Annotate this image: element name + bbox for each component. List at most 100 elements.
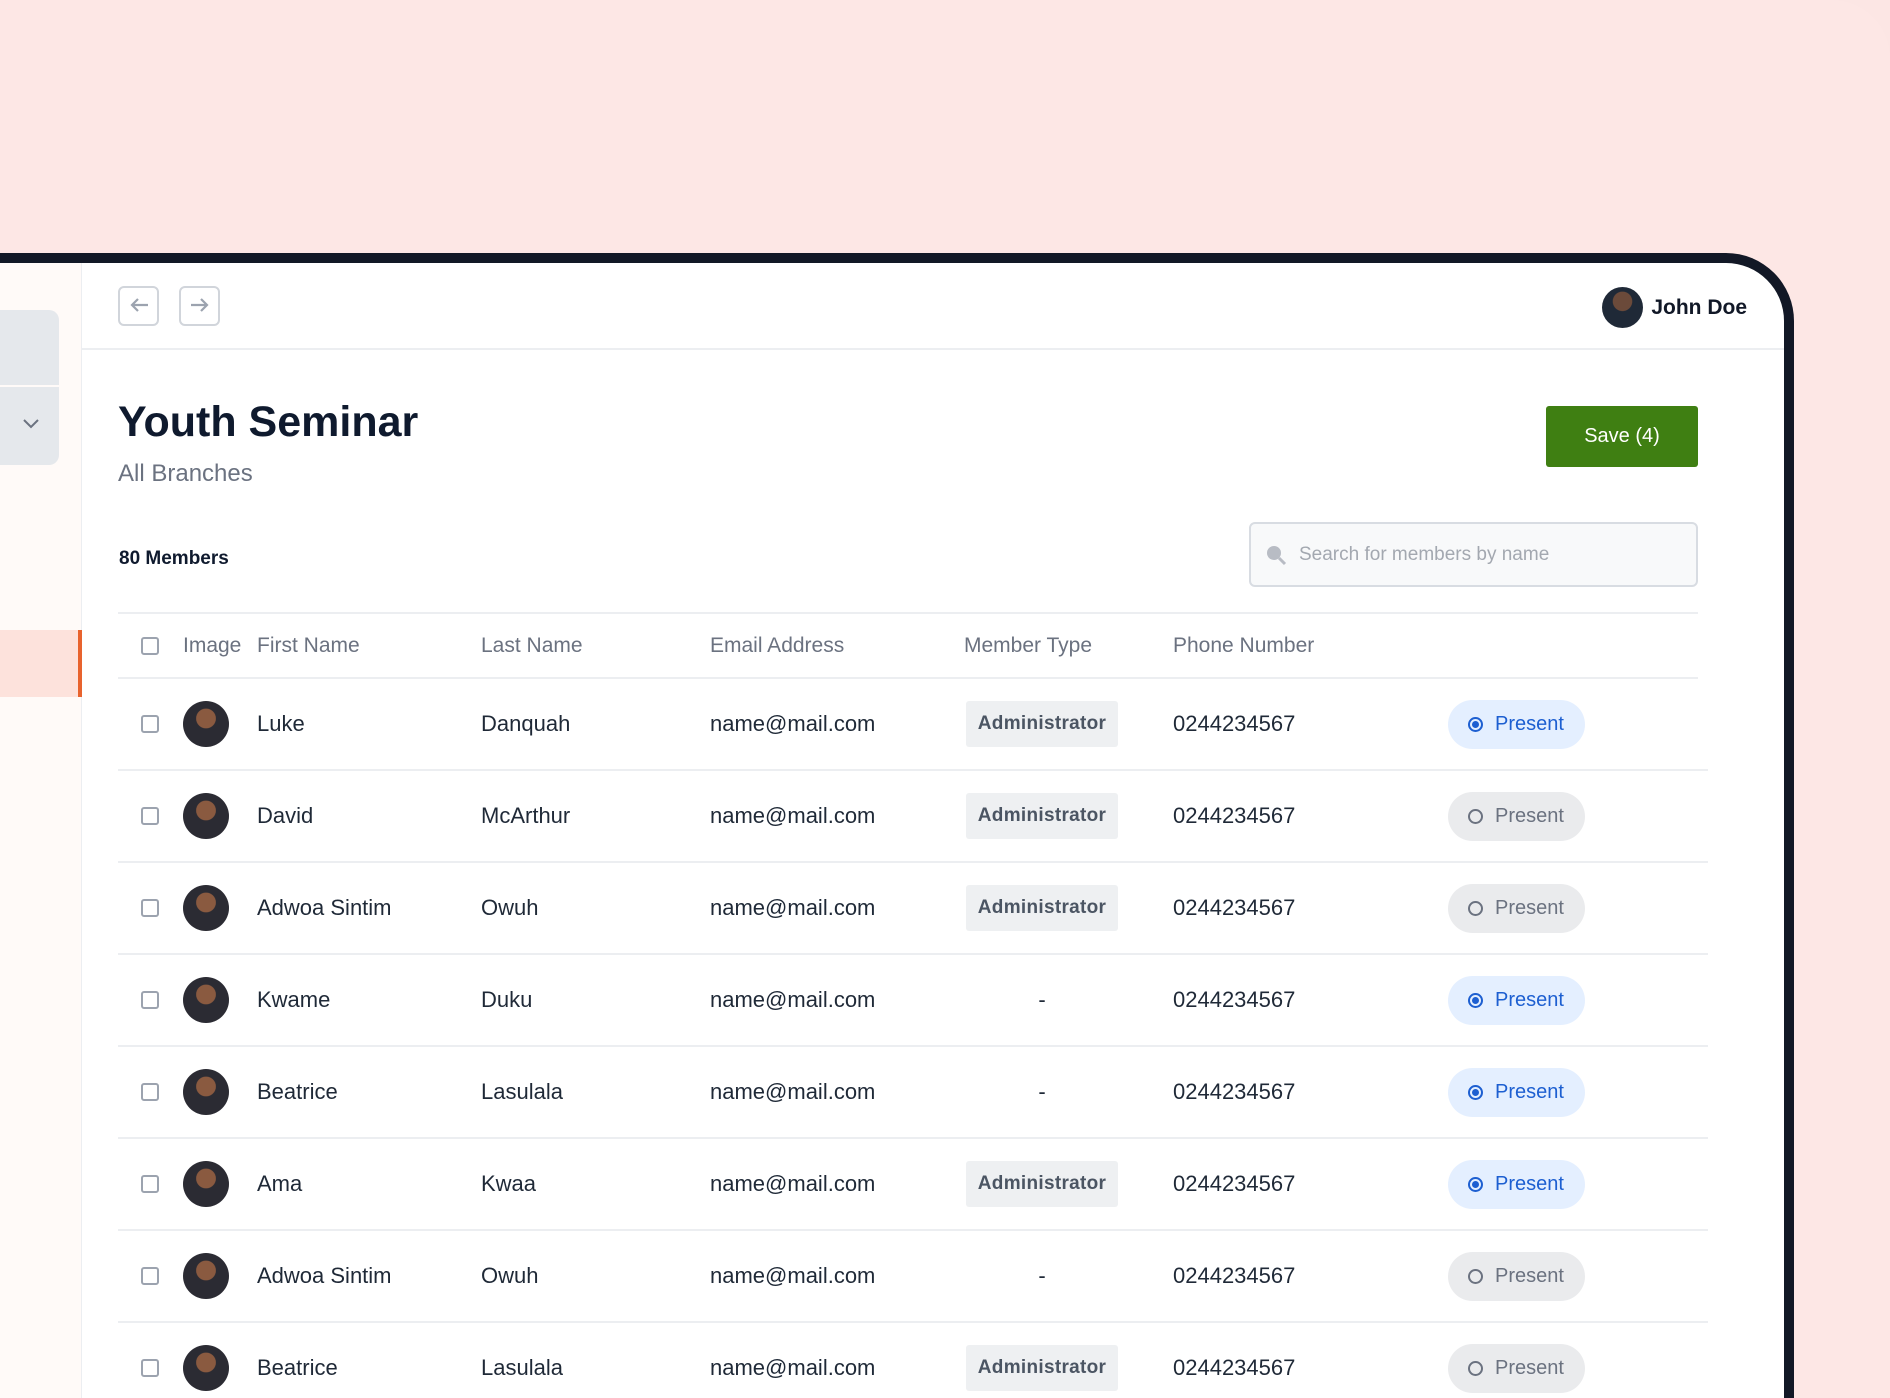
radio-icon (1468, 992, 1483, 1008)
member-type-cell: Administrator (964, 1323, 1120, 1398)
column-header-image: Image (183, 633, 242, 657)
row-checkbox[interactable] (141, 1175, 159, 1193)
row-checkbox[interactable] (141, 991, 159, 1009)
select-all-cell (141, 614, 159, 677)
avatar (183, 1253, 229, 1299)
email-address: name@mail.com (710, 1263, 876, 1288)
device-frame: John Doe Youth Seminar All Branches Save… (0, 253, 1794, 1398)
row-select-cell (141, 1323, 159, 1398)
phone-number: 0244234567 (1173, 1355, 1296, 1380)
present-toggle[interactable]: Present (1448, 1159, 1585, 1209)
member-type-cell: - (964, 1047, 1120, 1137)
avatar (183, 701, 229, 747)
forward-button[interactable] (179, 286, 220, 326)
row-select-cell (141, 1231, 159, 1321)
table-row: Ama Kwaa name@mail.com Administrator 024… (118, 1139, 1708, 1231)
row-checkbox[interactable] (141, 807, 159, 825)
column-header-email: Email Address (710, 633, 845, 657)
radio-icon (1468, 716, 1483, 732)
first-name: Ama (257, 1171, 303, 1196)
save-button[interactable]: Save (4) (1546, 406, 1698, 467)
present-label: Present (1495, 1172, 1564, 1195)
radio-icon (1468, 900, 1483, 916)
present-label: Present (1495, 1264, 1564, 1287)
row-checkbox[interactable] (141, 1359, 159, 1377)
table-row: Adwoa Sintim Owuh name@mail.com - 024423… (118, 1231, 1708, 1323)
email-address: name@mail.com (710, 711, 876, 736)
present-toggle[interactable]: Present (1448, 791, 1585, 841)
table-header: Image First Name Last Name Email Address… (118, 612, 1698, 679)
user-name: John Doe (1651, 295, 1747, 319)
sidebar-item-active[interactable] (0, 630, 82, 697)
avatar (183, 977, 229, 1023)
present-toggle[interactable]: Present (1448, 1343, 1585, 1393)
sidebar-branch-selector[interactable] (0, 310, 59, 465)
row-checkbox[interactable] (141, 899, 159, 917)
present-toggle[interactable]: Present (1448, 699, 1585, 749)
column-header-member-type: Member Type (964, 633, 1092, 657)
status-cell: Present (1448, 1231, 1585, 1321)
member-type-cell: Administrator (964, 679, 1120, 769)
first-name: Beatrice (257, 1079, 338, 1104)
select-all-checkbox[interactable] (141, 636, 159, 655)
image-cell (183, 1231, 229, 1321)
row-checkbox[interactable] (141, 1267, 159, 1285)
row-select-cell (141, 955, 159, 1045)
table-body: Luke Danquah name@mail.com Administrator… (118, 679, 1708, 1398)
present-toggle[interactable]: Present (1448, 883, 1585, 933)
image-cell (183, 863, 229, 953)
page-background: John Doe Youth Seminar All Branches Save… (0, 0, 1890, 1398)
first-name: Adwoa Sintim (257, 895, 392, 920)
email-address: name@mail.com (710, 803, 876, 828)
last-name: Owuh (481, 895, 539, 920)
app-screen: John Doe Youth Seminar All Branches Save… (0, 263, 1784, 1398)
back-button[interactable] (118, 286, 159, 326)
avatar (183, 793, 229, 839)
avatar (1602, 287, 1644, 328)
status-cell: Present (1448, 955, 1585, 1045)
radio-icon (1468, 1360, 1483, 1376)
present-label: Present (1495, 988, 1564, 1011)
chevron-down-icon[interactable] (23, 414, 39, 432)
status-cell: Present (1448, 679, 1585, 769)
email-address: name@mail.com (710, 1079, 876, 1104)
table-row: Beatrice Lasulala name@mail.com Administ… (118, 1323, 1708, 1398)
first-name: Kwame (257, 987, 331, 1012)
present-toggle[interactable]: Present (1448, 975, 1585, 1025)
avatar (183, 1161, 229, 1207)
members-table: Image First Name Last Name Email Address… (118, 612, 1708, 1398)
email-address: name@mail.com (710, 1171, 876, 1196)
member-type-cell: Administrator (964, 1139, 1120, 1229)
arrow-left-icon (129, 293, 149, 319)
row-checkbox[interactable] (141, 1083, 159, 1101)
member-type-badge: Administrator (965, 885, 1119, 931)
row-select-cell (141, 771, 159, 861)
image-cell (183, 955, 229, 1045)
status-cell: Present (1448, 771, 1585, 861)
member-type-empty: - (1038, 987, 1046, 1012)
row-checkbox[interactable] (141, 715, 159, 733)
last-name: McArthur (481, 803, 571, 828)
image-cell (183, 1323, 229, 1398)
member-type-badge: Administrator (965, 793, 1119, 839)
member-type-cell: Administrator (964, 771, 1120, 861)
present-toggle[interactable]: Present (1448, 1251, 1585, 1301)
avatar (183, 1069, 229, 1115)
column-header-first-name: First Name (257, 633, 360, 657)
column-header-last-name: Last Name (481, 633, 583, 657)
search-input[interactable] (1299, 524, 1689, 585)
member-type-badge: Administrator (965, 1345, 1119, 1391)
present-label: Present (1495, 1080, 1564, 1103)
user-menu[interactable]: John Doe (1602, 287, 1747, 328)
image-cell (183, 1139, 229, 1229)
first-name: Beatrice (257, 1355, 338, 1380)
search-box (1249, 522, 1698, 587)
member-type-cell: Administrator (964, 863, 1120, 953)
present-toggle[interactable]: Present (1448, 1067, 1585, 1117)
first-name: David (257, 803, 314, 828)
phone-number: 0244234567 (1173, 1079, 1296, 1104)
last-name: Lasulala (481, 1079, 563, 1104)
arrow-right-icon (190, 293, 210, 319)
first-name: Luke (257, 711, 305, 736)
phone-number: 0244234567 (1173, 803, 1296, 828)
